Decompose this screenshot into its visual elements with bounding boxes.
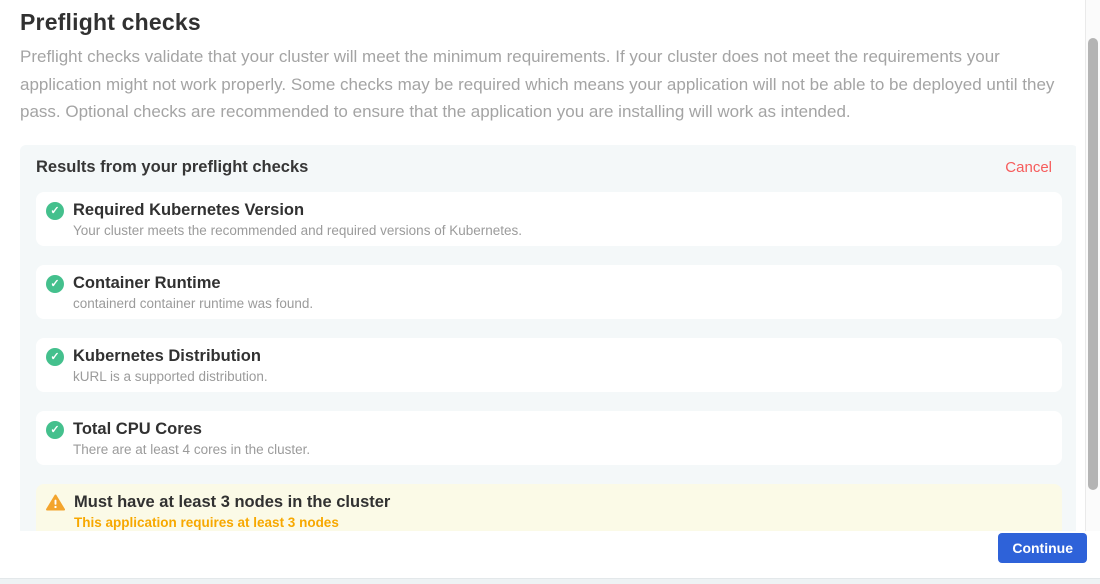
page-title: Preflight checks [20, 9, 1076, 35]
results-panel: Results from your preflight checks Cance… [20, 145, 1076, 531]
check-message: This application requires at least 3 nod… [74, 516, 390, 530]
check-text: Must have at least 3 nodes in the cluste… [74, 493, 390, 530]
check-text: Total CPU Cores There are at least 4 cor… [73, 420, 310, 457]
check-circle-icon: ✓ [46, 348, 64, 366]
check-message: Your cluster meets the recommended and r… [73, 224, 522, 238]
check-message: There are at least 4 cores in the cluste… [73, 443, 310, 457]
check-row-node-count-warning: Must have at least 3 nodes in the cluste… [36, 484, 1062, 531]
check-title: Total CPU Cores [73, 420, 310, 438]
check-text: Container Runtime containerd container r… [73, 274, 313, 311]
preflight-scroll-area: Preflight checks Preflight checks valida… [0, 0, 1076, 531]
check-row-container-runtime: ✓ Container Runtime containerd container… [36, 265, 1062, 319]
preflight-content: Preflight checks Preflight checks valida… [0, 0, 1076, 531]
check-circle-icon: ✓ [46, 421, 64, 439]
check-circle-icon: ✓ [46, 275, 64, 293]
check-message: containerd container runtime was found. [73, 297, 313, 311]
warning-triangle-icon [46, 494, 65, 516]
check-row-total-cpu-cores: ✓ Total CPU Cores There are at least 4 c… [36, 411, 1062, 465]
footer-bar: Continue [0, 531, 1100, 578]
vertical-scrollbar-track[interactable] [1085, 0, 1100, 531]
check-title: Container Runtime [73, 274, 313, 292]
results-panel-title: Results from your preflight checks [36, 158, 308, 177]
bottom-divider-strip [0, 578, 1100, 584]
cancel-link[interactable]: Cancel [1005, 158, 1052, 177]
check-list: ✓ Required Kubernetes Version Your clust… [36, 192, 1062, 531]
check-circle-icon: ✓ [46, 202, 64, 220]
check-row-kubernetes-version: ✓ Required Kubernetes Version Your clust… [36, 192, 1062, 246]
check-text: Kubernetes Distribution kURL is a suppor… [73, 347, 268, 384]
check-text: Required Kubernetes Version Your cluster… [73, 201, 522, 238]
continue-button[interactable]: Continue [998, 533, 1087, 563]
check-title: Kubernetes Distribution [73, 347, 268, 365]
check-title: Required Kubernetes Version [73, 201, 522, 219]
check-title: Must have at least 3 nodes in the cluste… [74, 493, 390, 511]
check-message: kURL is a supported distribution. [73, 370, 268, 384]
check-row-kubernetes-distribution: ✓ Kubernetes Distribution kURL is a supp… [36, 338, 1062, 392]
results-panel-header: Results from your preflight checks Cance… [36, 158, 1062, 177]
page-description: Preflight checks validate that your clus… [20, 43, 1072, 126]
vertical-scrollbar-thumb[interactable] [1088, 38, 1098, 490]
